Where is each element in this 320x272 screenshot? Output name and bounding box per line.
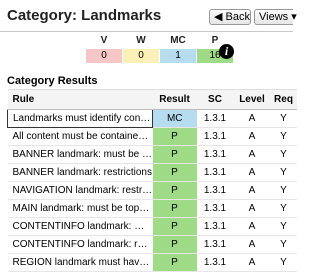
table-row[interactable]: CONTENTINFO landmark: must ... P 1.3.1 A Y [7, 217, 297, 236]
sc-cell: 1.3.1 [196, 145, 234, 164]
results-header-row: Rule Result SC Level Req [7, 89, 297, 110]
result-cell: P [152, 163, 197, 182]
level-cell: A [233, 253, 271, 272]
rule-cell: REGION landmark must have ac... [7, 253, 153, 272]
result-cell: P [152, 217, 197, 236]
rule-cell: Landmarks must identify conten... [7, 109, 153, 128]
column-header-result[interactable]: Result [152, 89, 197, 110]
table-row[interactable]: REGION landmark must have ac... P 1.3.1 A Y [7, 253, 297, 272]
column-header-sc[interactable]: SC [196, 89, 234, 110]
req-cell: Y [270, 163, 297, 182]
info-icon[interactable]: i [219, 44, 234, 59]
rule-cell: NAVIGATION landmark: restricti... [7, 181, 153, 200]
summary-value-manual-checks: 1 [160, 49, 196, 63]
result-cell: P [152, 145, 197, 164]
rule-cell: CONTENTINFO landmark: restri... [7, 235, 153, 254]
req-cell: Y [270, 127, 297, 146]
rule-cell: All content must be contained in... [7, 127, 153, 146]
summary-label-manual-checks: MC [170, 35, 186, 46]
column-header-req[interactable]: Req [270, 89, 297, 110]
rule-cell: BANNER landmark: must be top-... [7, 145, 153, 164]
page-title: Category: Landmarks [7, 7, 162, 24]
column-header-level[interactable]: Level [233, 89, 271, 110]
table-row[interactable]: BANNER landmark: restrictions P 1.3.1 A Y [7, 163, 297, 182]
level-cell: A [233, 109, 271, 128]
result-cell: P [152, 235, 197, 254]
summary-value-violations: 0 [86, 49, 122, 63]
category-results-heading: Category Results [7, 75, 98, 87]
level-cell: A [233, 145, 271, 164]
level-cell: A [233, 199, 271, 218]
results-body: Landmarks must identify conten... MC 1.3.1… [7, 109, 297, 272]
sc-cell: 1.3.1 [196, 127, 234, 146]
req-cell: Y [270, 181, 297, 200]
level-cell: A [233, 181, 271, 200]
table-row[interactable]: MAIN landmark: must be top-le... P 1.3.1 A Y [7, 199, 297, 218]
req-cell: Y [270, 235, 297, 254]
rule-cell: CONTENTINFO landmark: must ... [7, 217, 153, 236]
results-table: Rule Result SC Level Req Landmarks must … [7, 89, 297, 272]
level-cell: A [233, 163, 271, 182]
summary-value-warnings: 0 [123, 49, 159, 63]
rule-cell: BANNER landmark: restrictions [7, 163, 153, 182]
result-cell: P [152, 199, 197, 218]
level-cell: A [233, 217, 271, 236]
sc-cell: 1.3.1 [196, 109, 234, 128]
req-cell: Y [270, 199, 297, 218]
sc-cell: 1.3.1 [196, 235, 234, 254]
summary-label-violations: V [100, 35, 108, 46]
result-cell: MC [152, 109, 197, 128]
sc-cell: 1.3.1 [196, 217, 234, 236]
sc-cell: 1.3.1 [196, 163, 234, 182]
table-row[interactable]: All content must be contained in... P 1.3.… [7, 127, 297, 146]
req-cell: Y [270, 109, 297, 128]
column-header-rule[interactable]: Rule [7, 89, 153, 110]
req-cell: Y [270, 145, 297, 164]
result-cell: P [152, 253, 197, 272]
sc-cell: 1.3.1 [196, 253, 234, 272]
result-cell: P [152, 181, 197, 200]
rule-cell: MAIN landmark: must be top-le... [7, 199, 153, 218]
req-cell: Y [270, 253, 297, 272]
page-header: Category: Landmarks ◀ Back Views ▾ [0, 0, 297, 32]
table-row[interactable]: NAVIGATION landmark: restricti... P 1.3.1 A… [7, 181, 297, 200]
summary-label-warnings: W [136, 35, 146, 46]
table-row[interactable]: Landmarks must identify conten... MC 1.3.1… [7, 109, 297, 128]
req-cell: Y [270, 217, 297, 236]
sc-cell: 1.3.1 [196, 199, 234, 218]
result-cell: P [152, 127, 197, 146]
back-button[interactable]: ◀ Back [209, 9, 251, 25]
table-row[interactable]: BANNER landmark: must be top-... P 1.3.1 A Y [7, 145, 297, 164]
views-menu-button[interactable]: Views ▾ [254, 9, 297, 25]
sc-cell: 1.3.1 [196, 181, 234, 200]
level-cell: A [233, 127, 271, 146]
table-row[interactable]: CONTENTINFO landmark: restri... P 1.3.1 A Y [7, 235, 297, 254]
level-cell: A [233, 235, 271, 254]
